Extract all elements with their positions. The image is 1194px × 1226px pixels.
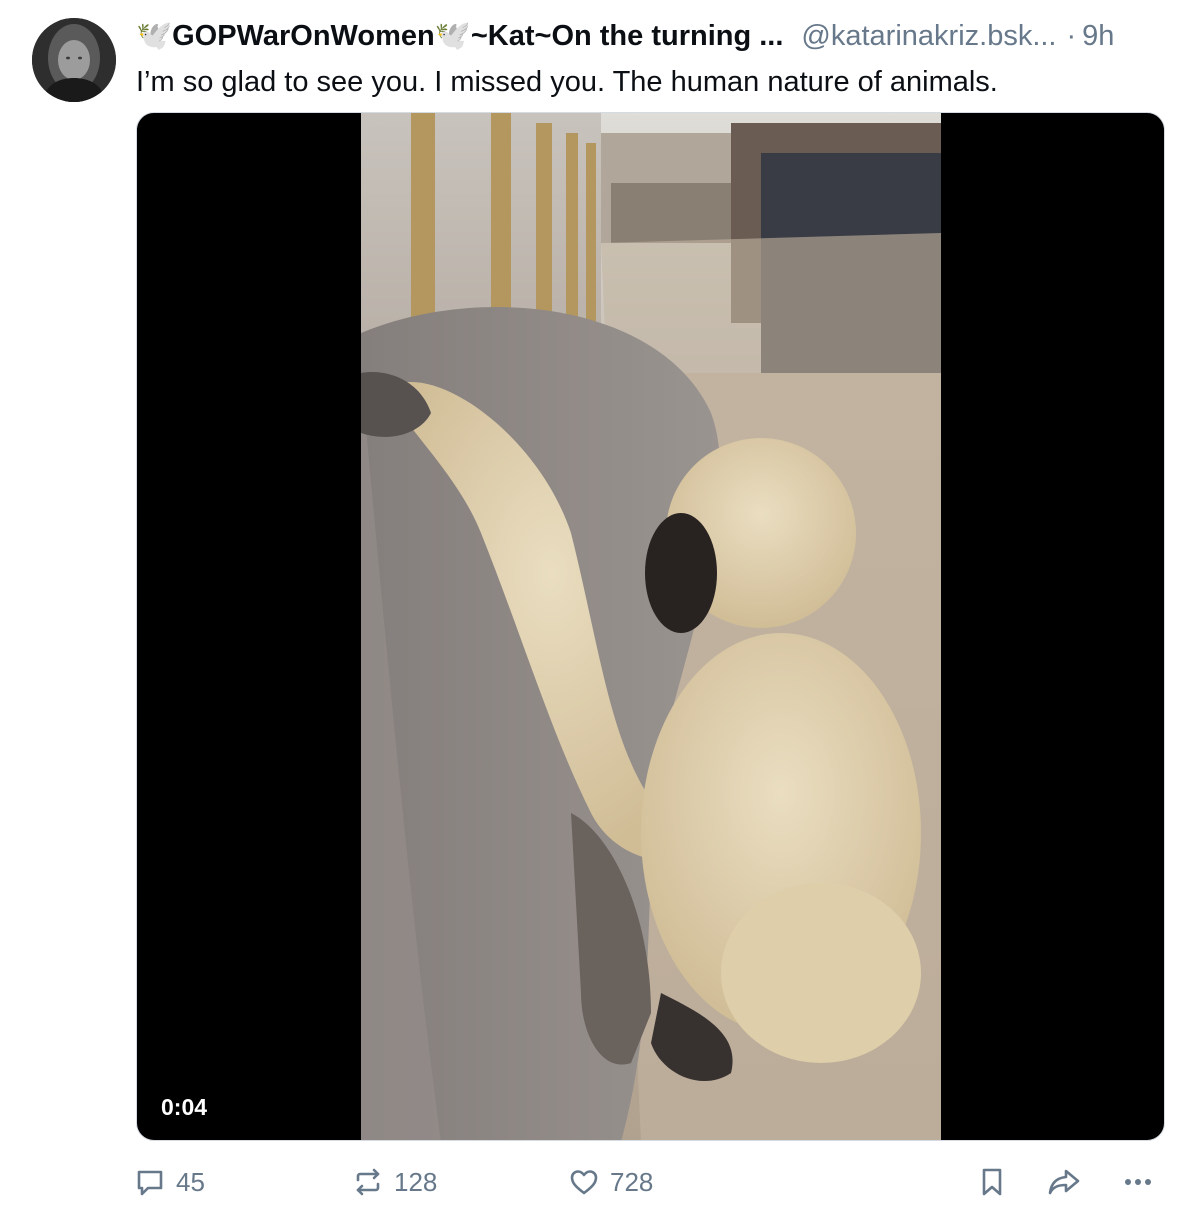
author-avatar[interactable] [32,18,116,102]
video-player[interactable]: 0:04 [136,112,1165,1141]
post-text: I’m so glad to see you. I missed you. Th… [136,66,998,98]
meta-separator: · [1066,20,1077,52]
repost-arrows-icon [352,1166,384,1198]
author-handle[interactable]: @katarinakriz.bsk... [801,16,1056,56]
heart-icon [568,1166,600,1198]
repost-button[interactable]: 128 [352,1160,437,1204]
reply-count: 45 [176,1166,205,1197]
speech-bubble-icon [134,1166,166,1198]
more-options-button[interactable] [1120,1160,1156,1204]
post-timestamp[interactable]: 9h [1082,16,1114,56]
reply-button[interactable]: 45 [134,1160,205,1204]
share-button[interactable] [1046,1160,1082,1204]
author-display-name[interactable]: 🕊️GOPWarOnWomen🕊️~Kat~On the turning ... [136,16,783,56]
video-frame[interactable] [361,113,941,1140]
bookmark-icon [976,1166,1008,1198]
bookmark-button[interactable] [976,1160,1008,1204]
like-button[interactable]: 728 [568,1160,653,1204]
post-header: 🕊️GOPWarOnWomen🕊️~Kat~On the turning ...… [136,16,1166,56]
share-arrow-icon [1046,1166,1082,1198]
ellipsis-icon [1120,1166,1156,1198]
post-actions: 45 128 728 [134,1160,1164,1204]
video-duration: 0:04 [151,1090,218,1124]
repost-count: 128 [394,1166,438,1197]
like-count: 728 [610,1166,654,1197]
post-card[interactable]: 🕊️GOPWarOnWomen🕊️~Kat~On the turning ...… [0,0,1194,1226]
